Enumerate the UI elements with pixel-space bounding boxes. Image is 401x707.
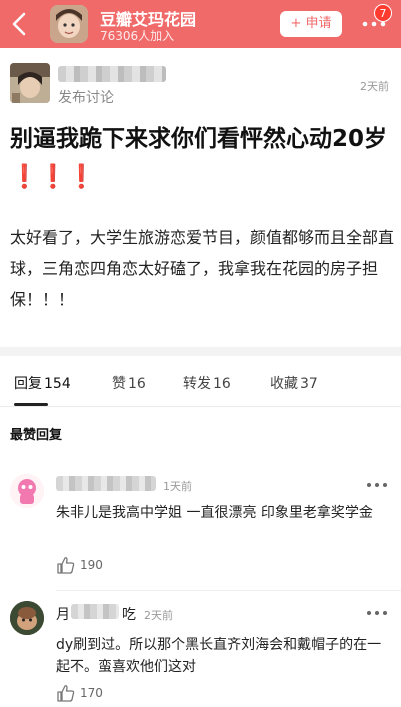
active-tab-indicator <box>14 403 48 406</box>
comment-divider <box>56 590 401 591</box>
notification-badge: 7 <box>374 4 392 22</box>
comment-like-count: 170 <box>80 686 103 700</box>
section-divider <box>0 347 401 356</box>
join-button[interactable]: + 申请 <box>280 11 342 37</box>
member-count: 76306人加入 <box>100 29 175 43</box>
tab-likes-label: 赞 <box>112 376 126 392</box>
tab-collections[interactable]: 收藏 37 <box>270 373 318 393</box>
comment-time: 2天前 <box>144 609 173 622</box>
tab-replies-label: 回复 <box>14 376 42 392</box>
group-avatar[interactable] <box>50 5 88 43</box>
commenter-name-suffix: 吃 <box>122 607 136 623</box>
post-action-label: 发布讨论 <box>58 90 114 106</box>
commenter-name-redacted <box>71 604 119 619</box>
post-body: 太好看了，大学生旅游恋爱节目，颜值都够而且全部直球，三角恋四角恋太好磕了，我拿我… <box>10 228 395 309</box>
thumbs-up-icon[interactable] <box>56 556 76 574</box>
thumbs-up-icon[interactable] <box>56 684 76 702</box>
tab-reshares-count: 16 <box>213 376 231 392</box>
comment-avatar[interactable] <box>10 601 44 635</box>
comment-avatar[interactable] <box>10 474 44 508</box>
tab-collections-count: 37 <box>300 376 318 392</box>
comment-like-count: 190 <box>80 558 103 572</box>
comment-more-icon[interactable] <box>366 482 388 488</box>
tab-reshares[interactable]: 转发 16 <box>183 373 231 393</box>
tab-reshares-label: 转发 <box>183 376 211 392</box>
tab-likes[interactable]: 赞 16 <box>112 373 146 393</box>
comment-text: 朱非儿是我高中学姐 一直很漂亮 印象里老拿奖学金 <box>56 505 373 521</box>
comment-text: dy刷到过。所以那个黑长直齐刘海会和戴帽子的在一起不。蛮喜欢他们这对 <box>56 637 382 675</box>
tab-replies[interactable]: 回复 154 <box>14 373 71 393</box>
group-header: 豆瓣艾玛花园 76306人加入 + 申请 7 <box>0 0 401 48</box>
post-title: 别逼我跪下来求你们看怦然心动20岁❗️❗️❗️ <box>10 126 388 190</box>
back-arrow-icon[interactable] <box>8 10 32 38</box>
author-avatar[interactable] <box>10 63 50 103</box>
commenter-name-prefix: 月 <box>56 607 70 623</box>
commenter-name-redacted[interactable] <box>56 476 156 491</box>
post-stats-tabs: 回复 154 赞 16 转发 16 收藏 37 <box>0 357 401 407</box>
comment-time: 1天前 <box>163 480 192 493</box>
tab-replies-count: 154 <box>44 376 71 392</box>
tab-likes-count: 16 <box>128 376 146 392</box>
comment-more-icon[interactable] <box>366 610 388 616</box>
post-time: 2天前 <box>360 80 389 93</box>
tab-collections-label: 收藏 <box>270 376 298 392</box>
top-replies-heading: 最赞回复 <box>10 428 63 443</box>
author-name-redacted[interactable] <box>58 66 166 82</box>
